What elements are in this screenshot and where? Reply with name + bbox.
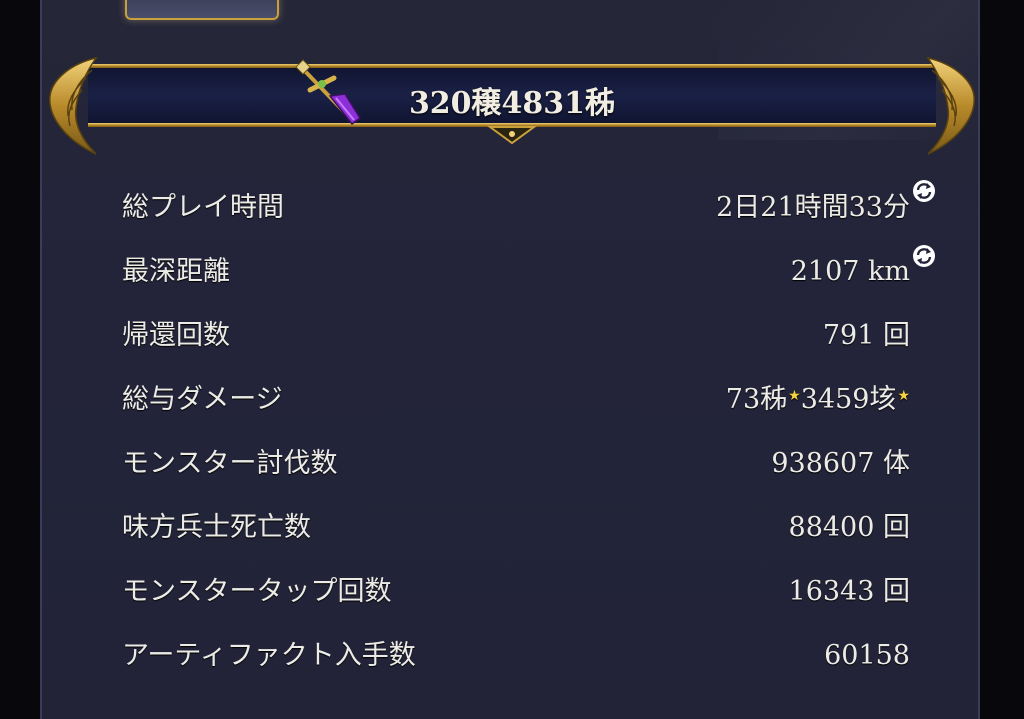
stat-value: 60158 bbox=[824, 640, 910, 671]
stat-label: モンスタータップ回数 bbox=[122, 576, 392, 607]
stat-row-deepest-distance: 最深距離 2107 km bbox=[122, 252, 912, 292]
stat-label: 総プレイ時間 bbox=[122, 192, 284, 223]
stat-label: モンスター討伐数 bbox=[122, 448, 338, 479]
stat-value: 2日21時間33分 bbox=[716, 192, 910, 223]
stat-row-monsters-defeated: モンスター討伐数 938607 体 bbox=[122, 444, 912, 484]
stat-row-ally-deaths: 味方兵士死亡数 88400 回 bbox=[122, 508, 912, 548]
stat-label: 総与ダメージ bbox=[122, 384, 283, 415]
stat-value: 73秭★3459垓★ bbox=[726, 380, 910, 420]
stat-value: 791 回 bbox=[822, 320, 910, 351]
stats-list: 総プレイ時間 2日21時間33分 最深距離 2107 km 帰還回数 791 回… bbox=[0, 0, 1024, 719]
stat-row-return-count: 帰還回数 791 回 bbox=[122, 316, 912, 356]
stat-row-total-damage: 総与ダメージ 73秭★3459垓★ bbox=[122, 380, 912, 420]
stat-row-monster-taps: モンスタータップ回数 16343 回 bbox=[122, 572, 912, 612]
stat-label: 味方兵士死亡数 bbox=[122, 512, 311, 543]
star-icon: ★ bbox=[897, 388, 910, 404]
stat-value: 16343 回 bbox=[788, 576, 910, 607]
star-icon: ★ bbox=[788, 388, 801, 404]
refresh-icon[interactable] bbox=[911, 243, 937, 269]
stat-value: 938607 体 bbox=[771, 448, 910, 479]
stat-label: アーティファクト入手数 bbox=[122, 640, 416, 671]
stat-label: 帰還回数 bbox=[122, 320, 230, 351]
stat-row-artifacts-obtained: アーティファクト入手数 60158 bbox=[122, 636, 912, 676]
stat-value: 2107 km bbox=[790, 256, 910, 287]
stats-screen: 320穣4831秭 総プレイ時間 2日21時間33分 最深距離 2107 km … bbox=[0, 0, 1024, 719]
damage-value-part1: 73秭 bbox=[725, 384, 788, 415]
refresh-icon[interactable] bbox=[911, 178, 937, 204]
stat-value: 88400 回 bbox=[788, 512, 910, 543]
stat-row-total-play-time: 総プレイ時間 2日21時間33分 bbox=[122, 188, 912, 228]
stat-label: 最深距離 bbox=[122, 256, 230, 287]
damage-value-part2: 3459垓 bbox=[800, 384, 897, 415]
